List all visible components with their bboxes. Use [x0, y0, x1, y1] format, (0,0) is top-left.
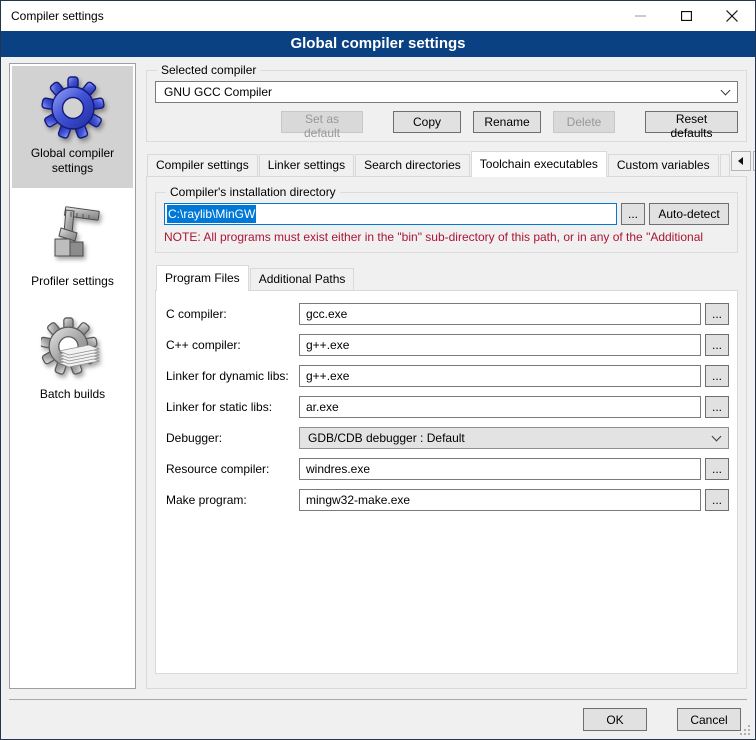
sidebar-item-global-compiler-settings[interactable]: Global compiler settings [12, 66, 133, 188]
c-compiler-row: C compiler: gcc.exe ... [166, 303, 729, 325]
compiler-settings-tabs: Compiler settings Linker settings Search… [146, 151, 747, 176]
blue-gear-icon [41, 76, 105, 140]
toolchain-executables-panel: Compiler's installation directory C:\ray… [146, 176, 747, 689]
selected-compiler-legend: Selected compiler [157, 63, 260, 77]
maximize-icon [681, 11, 692, 21]
close-icon [726, 10, 738, 22]
make-program-row: Make program: mingw32-make.exe ... [166, 489, 729, 511]
tab-compiler-settings[interactable]: Compiler settings [147, 154, 258, 176]
linker-static-label: Linker for static libs: [166, 400, 299, 414]
minimize-button [617, 1, 663, 31]
cancel-button[interactable]: Cancel [677, 708, 741, 731]
resource-compiler-row: Resource compiler: windres.exe ... [166, 458, 729, 480]
minimize-icon [635, 15, 646, 17]
caliper-icon [41, 204, 105, 268]
cpp-compiler-row: C++ compiler: g++.exe ... [166, 334, 729, 356]
copy-button[interactable]: Copy [393, 111, 461, 133]
linker-static-row: Linker for static libs: ar.exe ... [166, 396, 729, 418]
tab-additional-paths[interactable]: Additional Paths [250, 268, 355, 290]
resource-compiler-label: Resource compiler: [166, 462, 299, 476]
debugger-select-value: GDB/CDB debugger : Default [308, 428, 713, 448]
compiler-select[interactable]: GNU GCC Compiler [155, 81, 738, 103]
compiler-settings-dialog: Compiler settings [0, 0, 756, 740]
tab-build-options[interactable]: Build options [720, 154, 730, 176]
dialog-footer: OK Cancel [9, 699, 747, 739]
linker-dynamic-input[interactable]: g++.exe [299, 365, 701, 387]
tab-custom-variables[interactable]: Custom variables [608, 154, 719, 176]
sidebar-item-label: Global compiler settings [14, 146, 131, 176]
linker-dynamic-browse-button[interactable]: ... [705, 365, 729, 387]
sidebar-item-label: Batch builds [14, 387, 131, 402]
tab-linker-settings[interactable]: Linker settings [259, 154, 354, 176]
debugger-select[interactable]: GDB/CDB debugger : Default [299, 427, 729, 449]
set-as-default-button: Set as default [281, 111, 363, 133]
bin-subdirectory-note: NOTE: All programs must exist either in … [164, 230, 729, 244]
linker-dynamic-label: Linker for dynamic libs: [166, 369, 299, 383]
rename-button[interactable]: Rename [473, 111, 541, 133]
cpp-compiler-browse-button[interactable]: ... [705, 334, 729, 356]
selected-compiler-group: Selected compiler GNU GCC Compiler Set a… [146, 63, 747, 142]
chevron-down-icon [712, 431, 722, 441]
tab-toolchain-executables[interactable]: Toolchain executables [471, 151, 607, 177]
close-button[interactable] [709, 1, 755, 31]
installation-directory-input[interactable]: C:\raylib\MinGW [164, 203, 617, 225]
titlebar[interactable]: Compiler settings [1, 1, 755, 31]
auto-detect-button[interactable]: Auto-detect [649, 203, 729, 225]
window-title: Compiler settings [1, 9, 104, 23]
linker-static-input[interactable]: ar.exe [299, 396, 701, 418]
tab-scroll-left-button[interactable] [731, 151, 751, 171]
make-program-label: Make program: [166, 493, 299, 507]
arrow-left-icon [738, 157, 743, 165]
program-files-page: C compiler: gcc.exe ... C++ compiler: g+… [155, 290, 738, 674]
dialog-heading: Global compiler settings [1, 31, 755, 57]
delete-button: Delete [553, 111, 615, 133]
c-compiler-input[interactable]: gcc.exe [299, 303, 701, 325]
gray-gear-stack-icon [41, 317, 105, 381]
linker-static-browse-button[interactable]: ... [705, 396, 729, 418]
maximize-button[interactable] [663, 1, 709, 31]
tab-program-files[interactable]: Program Files [156, 265, 249, 291]
c-compiler-browse-button[interactable]: ... [705, 303, 729, 325]
sidebar-item-batch-builds[interactable]: Batch builds [12, 307, 133, 414]
installation-directory-value: C:\raylib\MinGW [167, 205, 256, 223]
make-program-browse-button[interactable]: ... [705, 489, 729, 511]
sidebar-item-label: Profiler settings [14, 274, 131, 289]
make-program-input[interactable]: mingw32-make.exe [299, 489, 701, 511]
compiler-actions: Set as default Copy Rename Delete Reset … [155, 111, 738, 133]
program-files-tabs: Program Files Additional Paths [155, 265, 738, 290]
tab-scroll-right-button[interactable] [753, 151, 756, 171]
installation-directory-legend: Compiler's installation directory [166, 185, 340, 199]
ok-button[interactable]: OK [583, 708, 647, 731]
linker-dynamic-row: Linker for dynamic libs: g++.exe ... [166, 365, 729, 387]
cpp-compiler-label: C++ compiler: [166, 338, 299, 352]
settings-category-list: Global compiler settings Profiler settin… [9, 63, 136, 689]
c-compiler-label: C compiler: [166, 307, 299, 321]
debugger-label: Debugger: [166, 431, 299, 445]
sidebar-item-profiler-settings[interactable]: Profiler settings [12, 194, 133, 301]
compiler-select-value: GNU GCC Compiler [164, 82, 722, 102]
chevron-down-icon [721, 85, 731, 95]
resize-grip[interactable] [738, 723, 752, 737]
caption-buttons [617, 1, 755, 31]
tab-scroll-buttons [731, 151, 756, 171]
tab-search-directories[interactable]: Search directories [355, 154, 470, 176]
reset-defaults-button[interactable]: Reset defaults [645, 111, 738, 133]
debugger-row: Debugger: GDB/CDB debugger : Default [166, 427, 729, 449]
resource-compiler-input[interactable]: windres.exe [299, 458, 701, 480]
browse-directory-button[interactable]: ... [621, 203, 645, 225]
installation-directory-group: Compiler's installation directory C:\ray… [155, 185, 738, 253]
resource-compiler-browse-button[interactable]: ... [705, 458, 729, 480]
cpp-compiler-input[interactable]: g++.exe [299, 334, 701, 356]
